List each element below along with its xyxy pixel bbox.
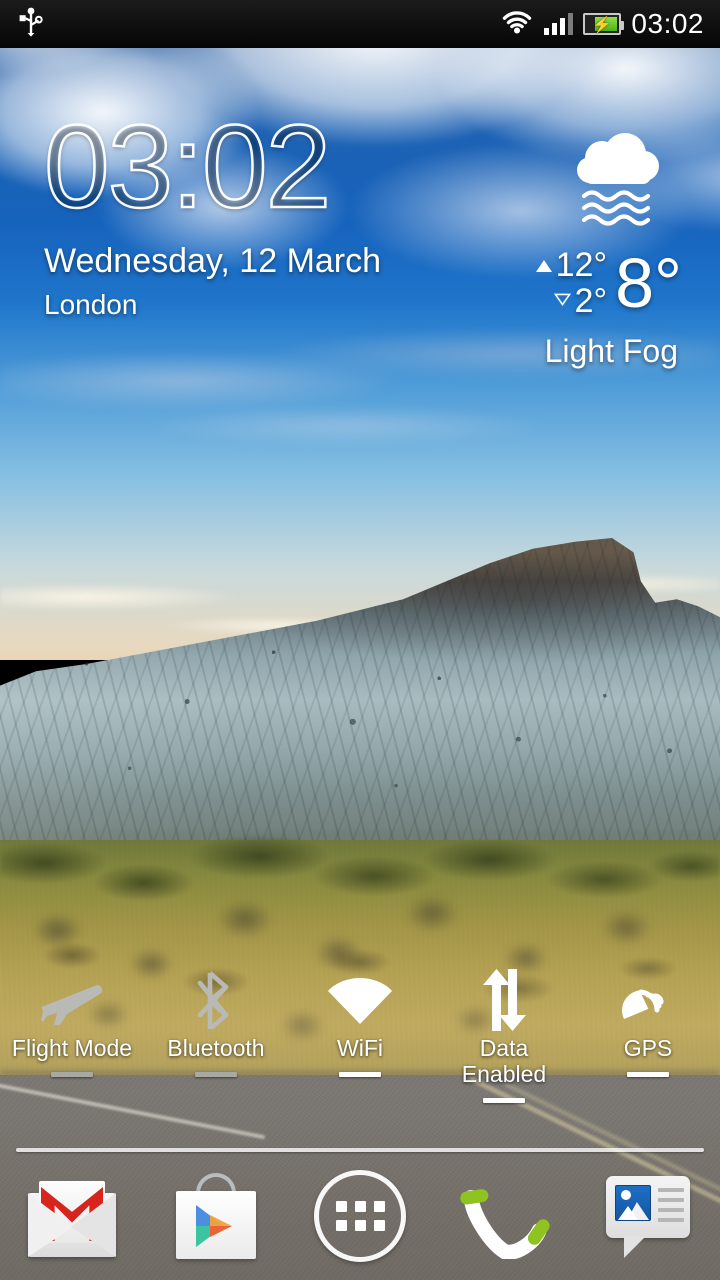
- toggle-gps[interactable]: GPS: [576, 968, 720, 1077]
- weather-high-low: 12° 2°: [536, 248, 607, 319]
- play-store-icon: [168, 1173, 264, 1259]
- airplane-icon: [41, 972, 103, 1028]
- wifi-icon: [500, 9, 534, 40]
- toggle-state-bar: [51, 1072, 93, 1077]
- weather-current-temp: 8°: [615, 250, 682, 317]
- gmail-icon: [22, 1175, 122, 1257]
- weather-condition-icon-wrap: [456, 130, 696, 226]
- toggle-label: GPS: [624, 1036, 673, 1062]
- toggle-wifi[interactable]: WiFi: [288, 968, 432, 1077]
- toggle-label: Data Enabled: [462, 1036, 546, 1088]
- phone-icon: [456, 1173, 552, 1259]
- toggle-bluetooth[interactable]: Bluetooth: [144, 968, 288, 1077]
- weather-low-row: 2°: [536, 284, 607, 320]
- clock-widget[interactable]: 03:02 Wednesday, 12 March London: [44, 108, 381, 321]
- toggle-state-bar: [627, 1072, 669, 1077]
- gps-satellite-icon: [617, 972, 679, 1028]
- status-bar-system-icons: ⚡ 03:02: [500, 9, 720, 40]
- battery-charging-icon: ⚡: [583, 13, 621, 35]
- toggle-label: Flight Mode: [12, 1036, 132, 1062]
- cloud-fog-icon: [558, 130, 670, 226]
- dock-item-phone[interactable]: [432, 1173, 576, 1259]
- status-bar-clock: 03:02: [631, 10, 704, 38]
- dock-item-messaging[interactable]: [576, 1172, 720, 1260]
- arrow-up-icon: [536, 260, 552, 272]
- weather-low-value: 2°: [575, 284, 608, 320]
- android-home-screen: ⚡ 03:02 03:02 Wednesday, 12 March London: [0, 0, 720, 1280]
- weather-high-value: 12°: [556, 248, 607, 284]
- toggle-state-bar: [339, 1072, 381, 1077]
- toggle-state-bar: [483, 1098, 525, 1103]
- status-bar[interactable]: ⚡ 03:02: [0, 0, 720, 48]
- dock-item-play-store[interactable]: [144, 1173, 288, 1259]
- toggle-state-bar: [195, 1072, 237, 1077]
- weather-widget[interactable]: 12° 2° 8° Light Fog: [456, 130, 696, 370]
- quick-toggle-row: Flight Mode Bluetooth: [0, 968, 720, 1108]
- weather-temperatures: 12° 2° 8°: [456, 248, 696, 319]
- clock-widget-city: London: [44, 289, 381, 321]
- clock-widget-date: Wednesday, 12 March: [44, 242, 381, 281]
- data-transfer-icon: [478, 972, 530, 1028]
- dock-item-gmail[interactable]: [0, 1175, 144, 1257]
- weather-condition-text: Light Fog: [456, 333, 696, 370]
- arrow-down-outline-icon: [554, 293, 571, 311]
- dock-item-app-drawer[interactable]: [288, 1170, 432, 1262]
- toggle-label: WiFi: [337, 1036, 383, 1062]
- toggle-data-enabled[interactable]: Data Enabled: [432, 968, 576, 1103]
- toggle-label: Bluetooth: [167, 1036, 264, 1062]
- cellular-signal-icon: [544, 13, 573, 35]
- usb-icon: [18, 7, 44, 42]
- status-bar-notifications: [0, 7, 44, 42]
- dock: [0, 1152, 720, 1280]
- clock-widget-time: 03:02: [44, 108, 381, 226]
- bluetooth-icon: [196, 972, 236, 1028]
- messaging-icon: [602, 1172, 694, 1260]
- toggle-flight-mode[interactable]: Flight Mode: [0, 968, 144, 1077]
- weather-high-row: 12°: [536, 248, 607, 284]
- wifi-icon: [326, 972, 394, 1028]
- app-drawer-icon: [314, 1170, 406, 1262]
